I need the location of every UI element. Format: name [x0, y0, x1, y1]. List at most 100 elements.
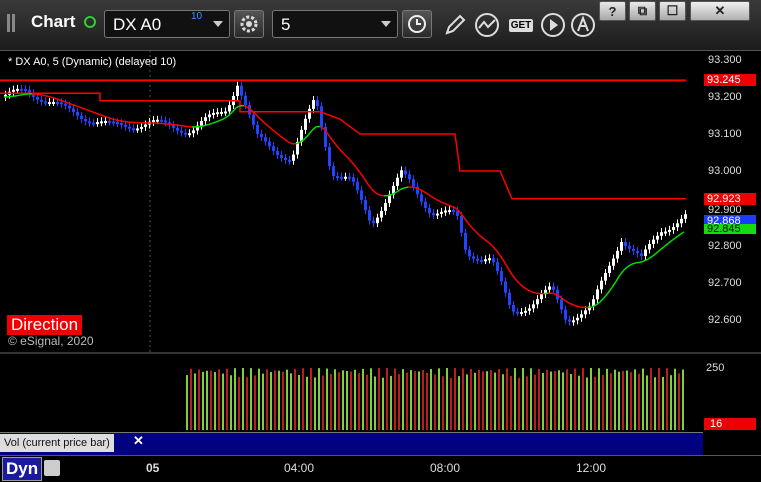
candle-body — [160, 120, 163, 122]
replay-button[interactable] — [540, 12, 566, 38]
close-button[interactable]: ✕ — [690, 1, 750, 21]
moving-average-segment — [84, 109, 88, 110]
moving-average-segment — [320, 126, 324, 129]
volume-bar — [286, 370, 288, 430]
interval-input[interactable]: 5 — [272, 10, 398, 38]
volume-bar — [434, 374, 436, 430]
moving-average-segment — [344, 154, 348, 158]
volume-study-label[interactable]: Vol (current price bar) — [0, 434, 114, 452]
lock-icon[interactable] — [44, 460, 60, 476]
volume-bar — [294, 369, 296, 430]
moving-average-segment — [604, 293, 608, 298]
candle-body — [364, 200, 367, 210]
moving-average-segment — [184, 126, 188, 127]
candle-body — [16, 89, 19, 91]
candle-body — [580, 314, 583, 317]
candle-body — [460, 216, 463, 233]
volume-bar — [658, 368, 660, 430]
candle-body — [424, 202, 427, 208]
chart-legend: * DX A0, 5 (Dynamic) (delayed 10) — [8, 56, 176, 68]
close-icon[interactable]: ✕ — [133, 433, 144, 449]
time-axis[interactable] — [0, 455, 761, 482]
moving-average-segment — [356, 167, 360, 172]
volume-bar — [310, 368, 312, 430]
restore-button[interactable]: ⧉ — [629, 1, 656, 21]
candle-body — [332, 166, 335, 176]
volume-bar — [534, 375, 536, 430]
candle-body — [144, 125, 147, 127]
alerts-button[interactable] — [570, 12, 596, 38]
chevron-down-icon[interactable] — [381, 21, 391, 27]
chevron-down-icon[interactable] — [213, 21, 223, 27]
volume-bar — [594, 377, 596, 430]
volume-bar — [322, 376, 324, 430]
volume-bar — [298, 375, 300, 430]
moving-average-segment — [220, 119, 224, 121]
play-icon — [540, 12, 566, 38]
volume-bar — [682, 370, 684, 430]
volume-bar — [554, 371, 556, 430]
candle-body — [276, 151, 279, 155]
volume-bar — [666, 368, 668, 430]
link-status-icon[interactable] — [84, 16, 96, 28]
candle-body — [260, 134, 263, 137]
candle-body — [664, 231, 667, 233]
volume-bar — [470, 369, 472, 430]
moving-average-segment — [112, 119, 116, 120]
candle-body — [540, 294, 543, 299]
candle-body — [368, 210, 371, 220]
help-button[interactable]: ? — [599, 1, 626, 21]
symbol-delay-superscript: 10 — [191, 11, 202, 22]
studies-button[interactable] — [474, 12, 500, 38]
candle-body — [124, 125, 127, 127]
symbol-input[interactable]: DX A0 10 — [104, 10, 230, 38]
maximize-button[interactable]: ☐ — [659, 1, 686, 21]
candle-body — [244, 96, 247, 105]
moving-average-segment — [476, 232, 480, 236]
dynamic-mode-button[interactable]: Dyn — [2, 457, 42, 481]
candle-body — [308, 109, 311, 119]
moving-average-segment — [672, 237, 676, 240]
get-data-button[interactable]: GET — [508, 12, 534, 38]
candle-body — [60, 102, 63, 104]
candle-body — [288, 160, 291, 162]
candle-body — [468, 250, 471, 257]
candle-body — [360, 190, 363, 200]
moving-average-segment — [176, 125, 180, 126]
time-template-button[interactable] — [402, 10, 432, 38]
moving-average-segment — [444, 203, 448, 205]
moving-average-segment — [116, 120, 120, 121]
moving-average-segment — [440, 201, 444, 203]
volume-bar — [354, 370, 356, 430]
candle-body — [440, 212, 443, 214]
volume-chart[interactable] — [0, 354, 704, 432]
volume-bar — [366, 375, 368, 430]
settings-button[interactable] — [234, 10, 264, 38]
volume-bar — [590, 368, 592, 430]
candle-body — [596, 289, 599, 299]
candle-body — [380, 211, 383, 218]
candle-body — [180, 131, 183, 133]
volume-bar — [214, 372, 216, 430]
price-tick: 92.800 — [708, 240, 742, 252]
volume-bar — [358, 373, 360, 430]
time-tick: 04:00 — [284, 461, 314, 475]
volume-axis-label: 250 — [706, 362, 724, 374]
moving-average-segment — [108, 118, 112, 119]
volume-bar — [566, 369, 568, 430]
volume-bar — [334, 369, 336, 430]
volume-bar — [678, 373, 680, 430]
candle-body — [576, 318, 579, 321]
candle-body — [624, 242, 627, 246]
volume-bar — [258, 369, 260, 430]
price-tick: 93.300 — [708, 54, 742, 66]
drawing-tools-button[interactable] — [442, 12, 468, 38]
volume-bar — [190, 369, 192, 430]
drag-grip-icon[interactable] — [7, 14, 21, 34]
candle-body — [208, 115, 211, 118]
trailing-stop-line — [0, 93, 686, 198]
candle-body — [476, 259, 479, 261]
moving-average-segment — [124, 121, 128, 122]
volume-bar — [246, 377, 248, 430]
price-chart[interactable] — [0, 50, 704, 352]
